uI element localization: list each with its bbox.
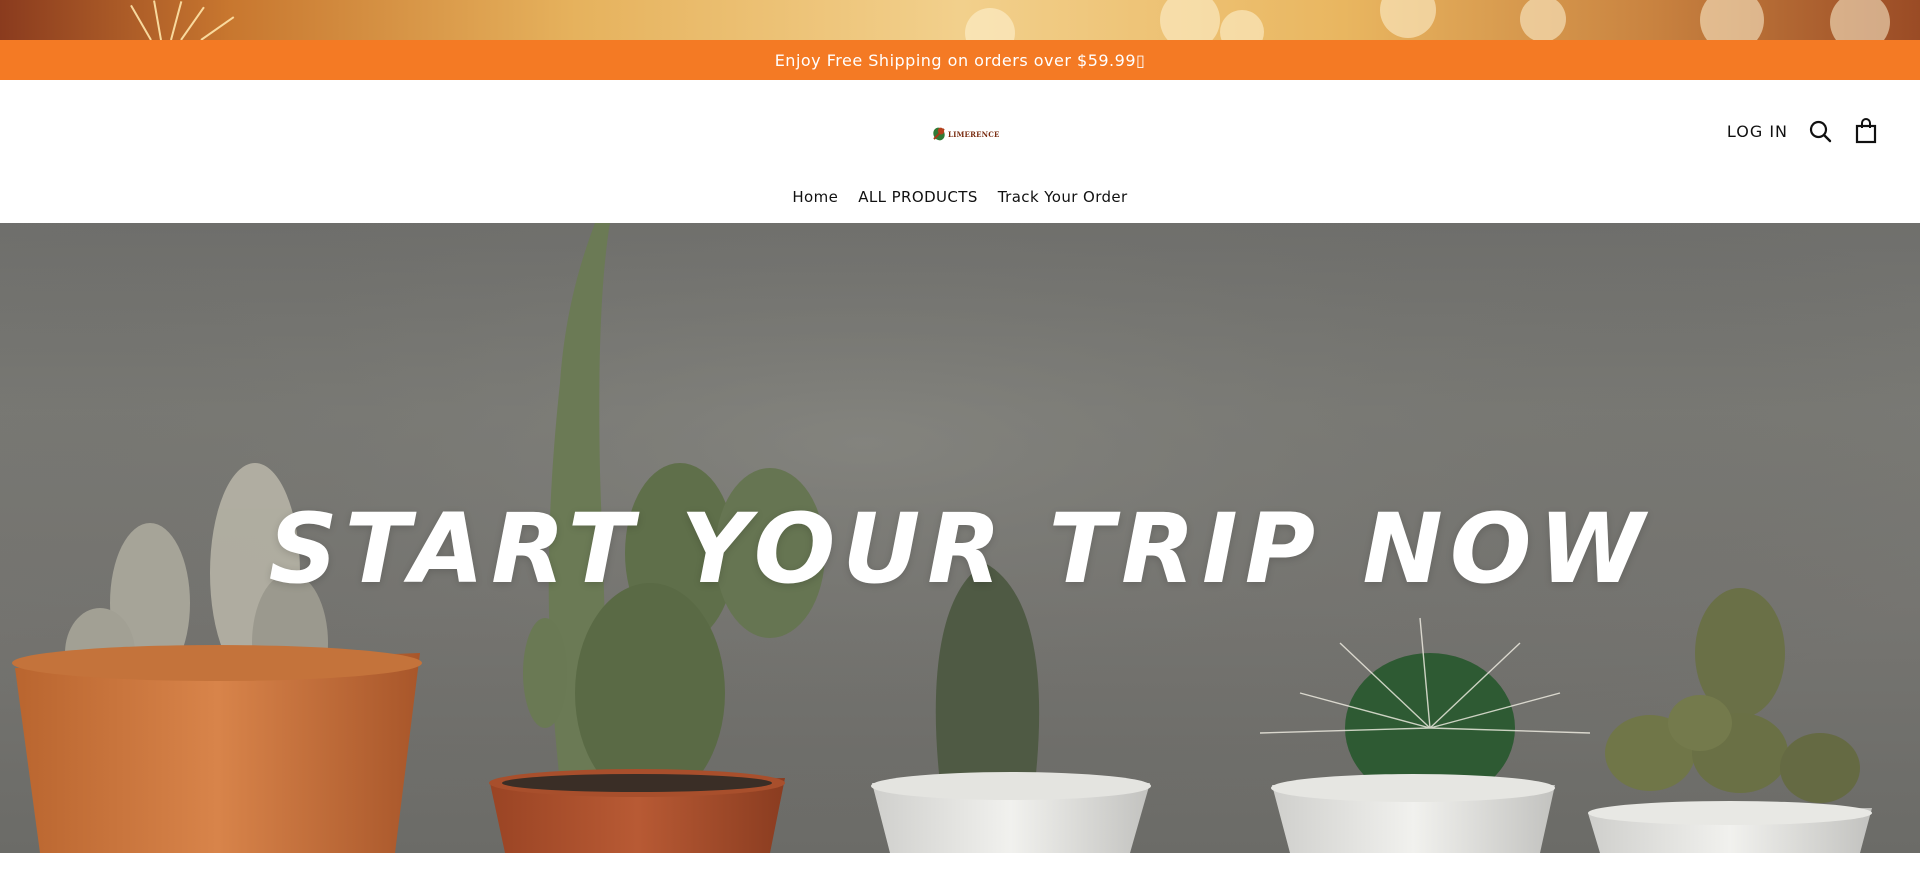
search-button[interactable] [1806,117,1834,145]
announcement-text: Enjoy Free Shipping on orders over $59.9… [774,50,1146,70]
nav-item-track-order[interactable]: Track Your Order [998,188,1128,206]
hero-banner[interactable]: START YOUR TRIP NOW [0,223,1920,853]
header-actions: LOG IN [1727,116,1880,146]
nav-item-all-products[interactable]: ALL PRODUCTS [858,188,978,206]
login-link[interactable]: LOG IN [1727,122,1788,141]
site-header: LIMERENCE LOG IN Home ALL PRODUCTS Track… [0,80,1920,223]
festive-banner-image [0,0,1920,40]
announcement-bar: Enjoy Free Shipping on orders over $59.9… [0,40,1920,80]
cart-button[interactable] [1852,117,1880,145]
leaf-logo-icon [933,127,945,141]
main-navigation: Home ALL PRODUCTS Track Your Order [0,185,1920,209]
brand-logo[interactable]: LIMERENCE [932,124,1000,144]
brand-logo-text: LIMERENCE [948,129,1000,139]
hero-title: START YOUR TRIP NOW [268,493,1652,605]
shopping-bag-icon [1855,118,1877,144]
page-content-below [0,853,1920,888]
nav-item-home[interactable]: Home [792,188,838,206]
search-icon [1809,120,1832,143]
